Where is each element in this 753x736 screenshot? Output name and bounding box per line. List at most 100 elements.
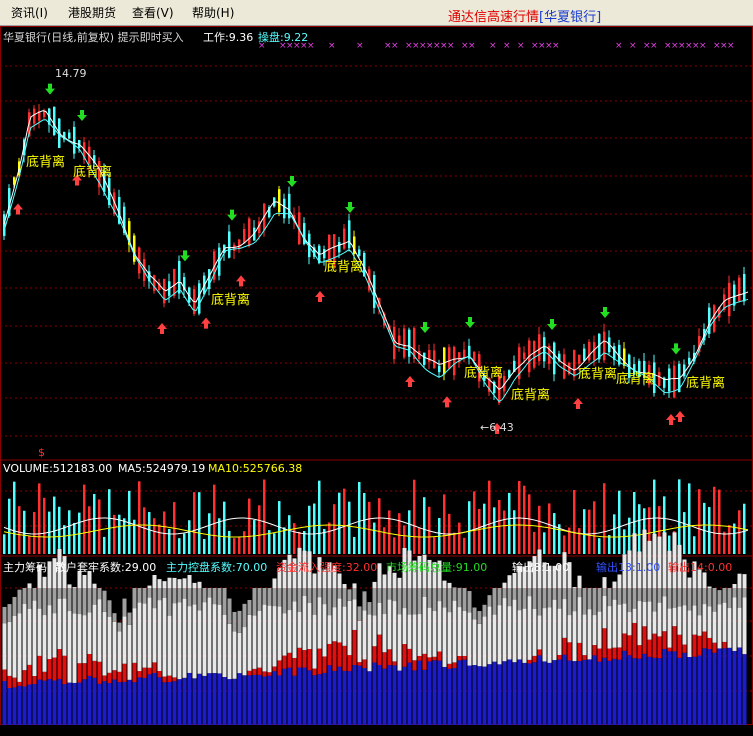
candle-body [173, 268, 176, 296]
chip-blue-bar [367, 671, 372, 725]
chip-gray-bar [562, 588, 567, 600]
chip-blue-bar [372, 662, 377, 725]
chip-blue-bar [472, 665, 477, 725]
candle-body [338, 242, 341, 253]
chip-gray-bar [737, 588, 742, 608]
chip-blue-bar [27, 684, 32, 725]
menu-info[interactable]: 资讯(I) [11, 4, 48, 21]
chip-red-bar [347, 655, 352, 672]
chip-gray-bar [257, 588, 262, 612]
chip-blue-bar [717, 648, 722, 725]
chip-blue-bar [422, 669, 427, 725]
chip-gray-bar [487, 595, 492, 607]
volume-bar [93, 493, 96, 554]
chip-gray-bar [547, 588, 552, 608]
chip-blue-bar [742, 654, 747, 725]
chip-red-bar [162, 676, 167, 683]
candle-body [3, 214, 6, 236]
chip-red-bar [632, 622, 637, 659]
chip-red-bar [117, 671, 122, 683]
candle-body [623, 348, 626, 366]
chip-gray-bar [362, 591, 367, 611]
chip-red-bar [662, 631, 667, 649]
chip-blue-bar [67, 682, 72, 725]
chip-white-bar [387, 565, 392, 650]
signal-x-marker: × [391, 41, 399, 51]
chip-blue-bar [277, 675, 282, 725]
chip-white-bar [367, 614, 372, 672]
chip-white-bar [517, 566, 522, 660]
chip-red-bar [152, 662, 157, 673]
divergence-labels: 底背离底背离底背离底背离底背离底背离底背离底背离 底背离 [26, 154, 725, 403]
menu-view[interactable]: 查看(V) [132, 4, 174, 21]
chip-gray-bar [162, 588, 167, 598]
chip-white-bar [472, 619, 477, 666]
chip-blue-bar [727, 647, 732, 725]
candle-body [348, 220, 351, 249]
chip-gray-bar [432, 588, 437, 612]
volume-bar [253, 520, 256, 554]
divergence-label: 底背离 [511, 387, 550, 403]
chip-white-bar [312, 573, 317, 669]
candle-body [588, 341, 591, 361]
chip-red-bar [317, 648, 322, 675]
buy-arrow-icon [13, 203, 23, 215]
sell-arrow-icon [180, 250, 190, 262]
chip-gray-bar [492, 588, 497, 615]
chip-blue-bar [82, 679, 87, 725]
menu-hk-futures[interactable]: 港股期货 [68, 4, 116, 21]
volume-bar [518, 480, 521, 554]
volume-bar [598, 538, 601, 554]
chip-blue-bar [312, 675, 317, 725]
chip-gray-bar [122, 598, 127, 617]
chip-gray-bar [377, 588, 382, 603]
chip-blue-bar [122, 681, 127, 725]
chip-red-bar [257, 667, 262, 675]
chip-gray-bar [372, 588, 377, 616]
chip-red-bar [42, 671, 47, 681]
chip-red-bar [582, 655, 587, 660]
chip-blue-bar [42, 680, 47, 725]
volume-bar [468, 501, 471, 554]
volume-bar [393, 537, 396, 554]
chip-blue-bar [352, 665, 357, 725]
chip-white-bar [262, 594, 267, 672]
chip-white-bar [557, 564, 562, 655]
candle-body [583, 348, 586, 361]
chip-blue-bar [467, 665, 472, 725]
chip-red-bar [612, 647, 617, 659]
chip-gray-bar [427, 588, 432, 608]
chip-gray-bar [397, 588, 402, 615]
chip-gray-bar [607, 588, 612, 607]
candle-body [133, 235, 136, 262]
chip-gray-bar [637, 588, 642, 602]
menu-help[interactable]: 帮助(H) [192, 4, 234, 21]
chip-red-bar [722, 641, 727, 649]
chip-red-bar [302, 650, 307, 668]
chip-blue-bar [227, 679, 232, 725]
chip-blue-bar [212, 673, 217, 725]
chip-blue-bar [32, 684, 37, 725]
chip-red-bar [642, 626, 647, 654]
candle-body [543, 337, 546, 362]
volume-bar [158, 524, 161, 554]
chip-blue-bar [502, 661, 507, 725]
chip-gray-bar [522, 588, 527, 609]
chip-white-bar [17, 613, 22, 682]
chip-white-bar [577, 575, 582, 643]
chip-red-bar [267, 672, 272, 676]
volume-bar [623, 529, 626, 554]
divergence-label: 底背离 [578, 366, 617, 382]
chip-red-bar [557, 654, 562, 660]
chart-area[interactable]: × × × × × × × × × × × × × × × × × × × × × × × × × × × × × × × × × × × × × × × … [0, 26, 753, 725]
signal-x-marker: × [650, 41, 658, 51]
chip-blue-bar [592, 655, 597, 725]
chip-blue-bar [387, 665, 392, 725]
chip-blue-bar [17, 685, 22, 725]
chip-blue-bar [522, 662, 527, 725]
candle-body [178, 260, 181, 294]
chip-blue-bar [377, 664, 382, 725]
chip-gray-bar [497, 588, 502, 606]
chip-white-bar [512, 573, 517, 663]
chip-red-bar [597, 648, 602, 662]
